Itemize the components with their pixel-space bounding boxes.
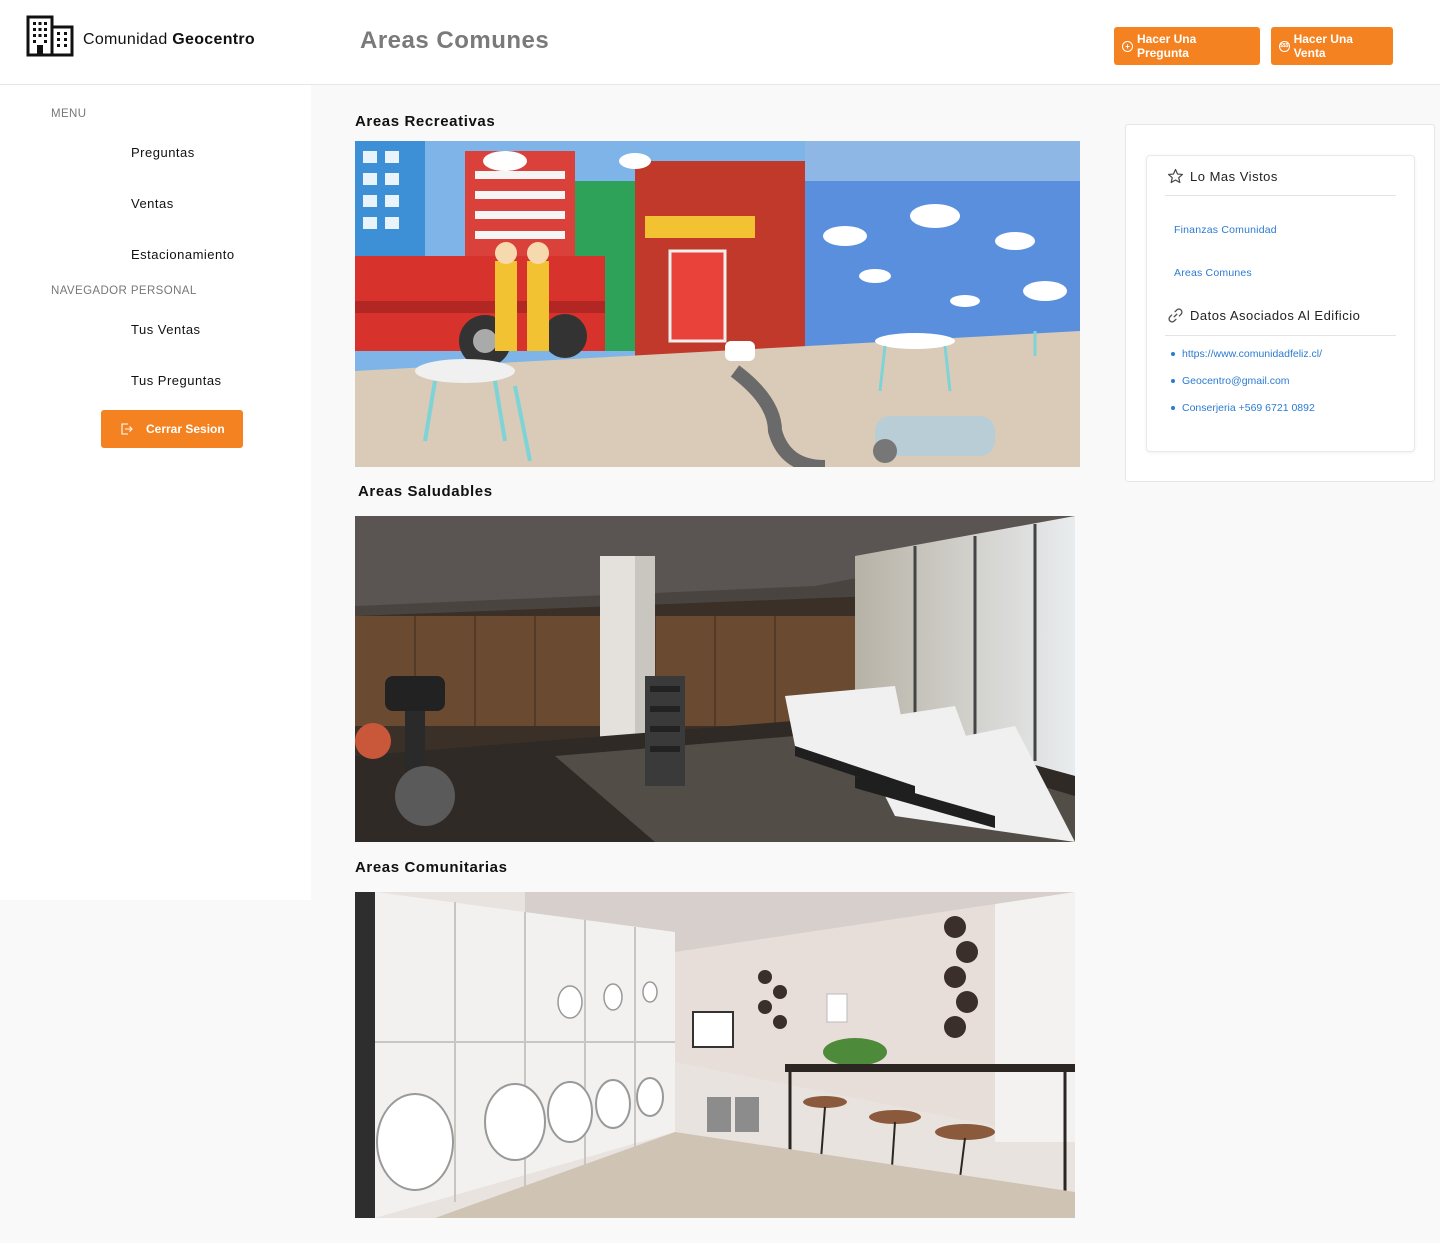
most-viewed-heading: Lo Mas Vistos <box>1167 168 1278 185</box>
sidebar: MENU Preguntas Ventas Estacionamiento NA… <box>0 85 311 900</box>
sidebar-item-preguntas[interactable]: Preguntas <box>131 145 195 160</box>
section-title-recreativas: Areas Recreativas <box>355 113 496 130</box>
section-title-saludables: Areas Saludables <box>358 483 493 500</box>
healthy-area-photo <box>355 516 1075 842</box>
make-sale-label: Hacer Una Venta <box>1293 32 1353 60</box>
associated-item-phone[interactable]: Conserjeria +569 6721 0892 <box>1171 402 1315 414</box>
associated-item-website[interactable]: https://www.comunidadfeliz.cl/ <box>1171 348 1322 360</box>
star-icon <box>1167 168 1184 184</box>
page-title: Areas Comunes <box>360 27 550 54</box>
sidebar-item-tus-preguntas[interactable]: Tus Preguntas <box>131 373 222 388</box>
associated-title: Datos Asociados Al Edificio <box>1190 308 1361 323</box>
logout-icon <box>121 423 133 435</box>
community-area-photo <box>355 892 1075 1218</box>
sidebar-item-ventas[interactable]: Ventas <box>131 196 174 211</box>
most-viewed-title: Lo Mas Vistos <box>1190 169 1278 184</box>
associated-heading: Datos Asociados Al Edificio <box>1167 307 1360 324</box>
coin-icon: $$$ <box>1279 40 1290 52</box>
logout-label: Cerrar Sesion <box>146 422 225 436</box>
link-icon <box>1168 308 1183 323</box>
most-viewed-link-finanzas[interactable]: Finanzas Comunidad <box>1174 224 1277 236</box>
top-header: Comunidad Geocentro Areas Comunes + Hace… <box>0 0 1440 85</box>
plus-circle-icon: + <box>1122 40 1133 52</box>
brand-name-bold: Geocentro <box>172 31 255 48</box>
building-icon <box>26 15 74 57</box>
associated-item-email[interactable]: Geocentro@gmail.com <box>1171 375 1290 387</box>
logout-button[interactable]: Cerrar Sesion <box>101 410 243 448</box>
divider <box>1165 195 1396 196</box>
brand-name-prefix: Comunidad <box>83 31 168 48</box>
personal-heading: NAVEGADOR PERSONAL <box>51 285 197 297</box>
most-viewed-link-areas[interactable]: Areas Comunes <box>1174 267 1252 279</box>
make-sale-button[interactable]: $$$ Hacer Una Venta <box>1271 27 1393 65</box>
ask-question-button[interactable]: + Hacer Una Pregunta <box>1114 27 1260 65</box>
side-panel-card: Lo Mas Vistos Finanzas Comunidad Areas C… <box>1146 155 1415 452</box>
recreational-area-photo <box>355 141 1080 467</box>
section-title-comunitarias: Areas Comunitarias <box>355 859 508 876</box>
sidebar-item-estacionamiento[interactable]: Estacionamiento <box>131 247 235 262</box>
sidebar-item-tus-ventas[interactable]: Tus Ventas <box>131 322 201 337</box>
side-panel: Lo Mas Vistos Finanzas Comunidad Areas C… <box>1125 124 1435 482</box>
menu-heading: MENU <box>51 108 87 120</box>
ask-question-label: Hacer Una Pregunta <box>1136 32 1197 60</box>
brand[interactable]: Comunidad Geocentro <box>26 15 255 57</box>
divider <box>1165 335 1396 336</box>
brand-name: Comunidad Geocentro <box>83 23 255 49</box>
